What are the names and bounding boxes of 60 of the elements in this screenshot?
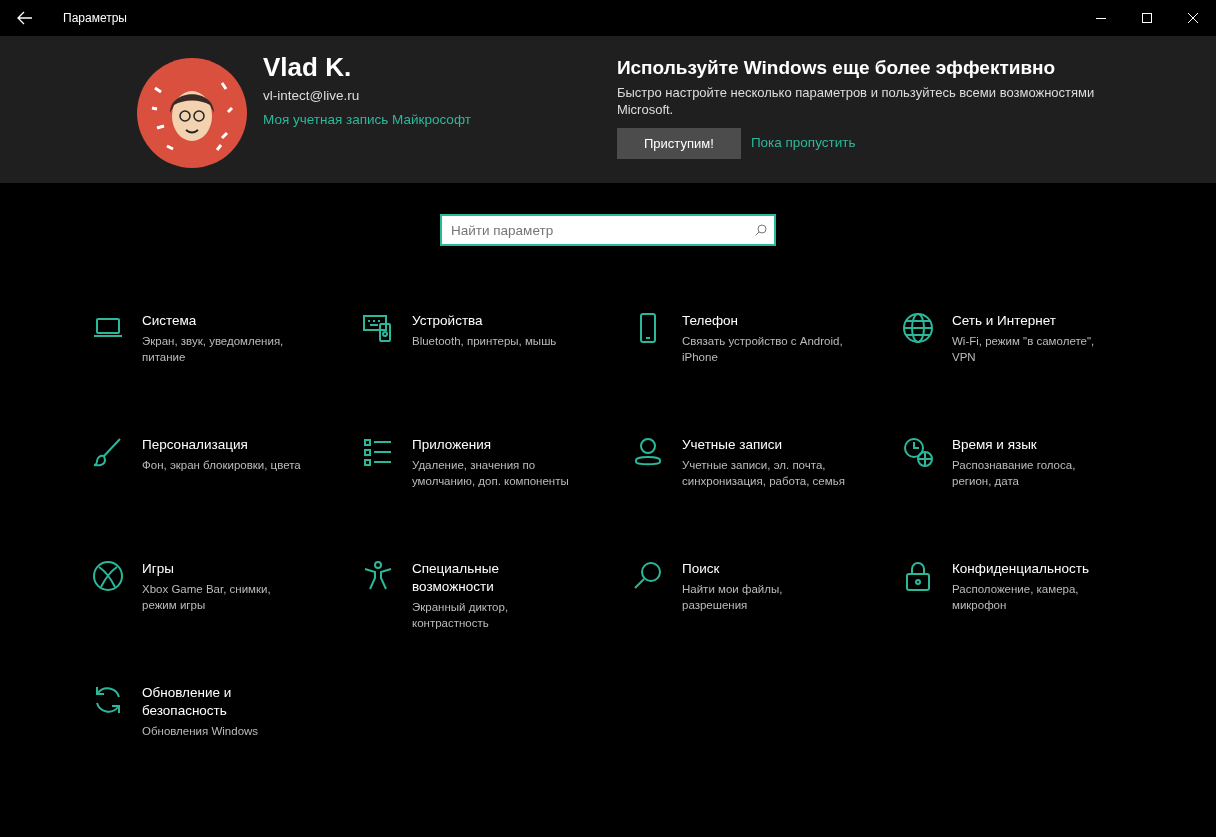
settings-category[interactable]: Персонализация Фон, экран блокировки, цвета [92,436,362,504]
category-description: Обновления Windows [142,724,260,739]
settings-category[interactable]: Сеть и Интернет Wi-Fi, режим "в самолете", VPN [902,312,1172,380]
get-started-button[interactable]: Приступим! [616,128,741,159]
list-icon [362,436,394,468]
category-title: Сеть и Интернет [952,312,1057,330]
settings-category[interactable]: Специальные возможности Экранный диктор, контрастность [362,560,632,628]
person-icon [632,436,664,468]
category-title: Персонализация [142,436,249,454]
promo-text: Быстро настройте несколько параметров и пользуйтесь всеми возможностями Microsoft. [616,84,1096,118]
category-title: Приложения [412,436,492,454]
settings-category[interactable]: Приложения Удаление, значения по умолчанию, доп. компоненты [362,436,632,504]
category-title: Устройства [412,312,484,330]
settings-category[interactable]: Телефон Связать устройство с Android, iPhone [632,312,902,380]
settings-category[interactable]: Система Экран, звук, уведомления, питание [92,312,362,380]
category-description: Связать устройство с Android, iPhone [682,334,844,365]
category-description: Экран, звук, уведомления, питание [142,334,285,365]
accessibility-icon [362,560,394,592]
category-description: Учетные записи, эл. почта, синхронизация, работа, семья [682,458,846,489]
category-title: Специальные возможности [412,560,500,596]
account-link[interactable]: Моя учетная запись Майкрософт [263,110,471,131]
search-field[interactable]: Найти параметр [440,214,776,246]
user-email: vl-intect@live.ru [263,87,361,105]
category-description: Распознавание голоса, регион, дата [952,458,1077,489]
close-icon [1188,13,1198,23]
category-description: Bluetooth, принтеры, мышь [412,334,558,349]
settings-category[interactable]: Конфиденциальность Расположение, камера, микрофон [902,560,1172,628]
user-name: Vlad K. [263,51,353,83]
globe-icon [902,312,934,344]
category-title: Телефон [682,312,739,330]
category-description: Удаление, значения по умолчанию, доп. компоненты [412,458,570,489]
maximize-icon [1142,13,1152,23]
settings-category[interactable]: Обновление и безопасность Обновления Windows [92,684,362,752]
category-title: Поиск [682,560,721,578]
category-description: Wi-Fi, режим "в самолете", VPN [952,334,1096,365]
back-arrow-icon [17,11,33,25]
skip-link[interactable]: Пока пропустить [750,133,856,154]
category-title: Учетные записи [682,436,784,454]
category-title: Конфиденциальность [952,560,1090,578]
category-title: Обновление и безопасность [142,684,233,720]
category-description: Расположение, камера, микрофон [952,582,1080,613]
category-description: Фон, экран блокировки, цвета [142,458,302,473]
promo-title: Используйте Windows еще более эффективно [616,56,1057,80]
category-description: Найти мои файлы, разрешения [682,582,784,613]
clock-globe-icon [902,436,934,468]
settings-category[interactable]: Поиск Найти мои файлы, разрешения [632,560,902,628]
xbox-icon [92,560,124,592]
search-icon [755,224,767,236]
category-title: Игры [142,560,175,578]
category-title: Система [142,312,198,330]
category-description: Экранный диктор, контрастность [412,600,510,631]
settings-category[interactable]: Игры Xbox Game Bar, снимки, режим игры [92,560,362,628]
window-title: Параметры [63,10,127,27]
settings-category[interactable]: Устройства Bluetooth, принтеры, мышь [362,312,632,380]
settings-category[interactable]: Время и язык Распознавание голоса, регион, дата [902,436,1172,504]
category-description: Xbox Game Bar, снимки, режим игры [142,582,272,613]
keyboard-phone-icon [362,312,394,344]
paintbrush-icon [92,436,124,468]
category-title: Время и язык [952,436,1038,454]
settings-category[interactable]: Учетные записи Учетные записи, эл. почта, синхронизация, работа, семья [632,436,902,504]
